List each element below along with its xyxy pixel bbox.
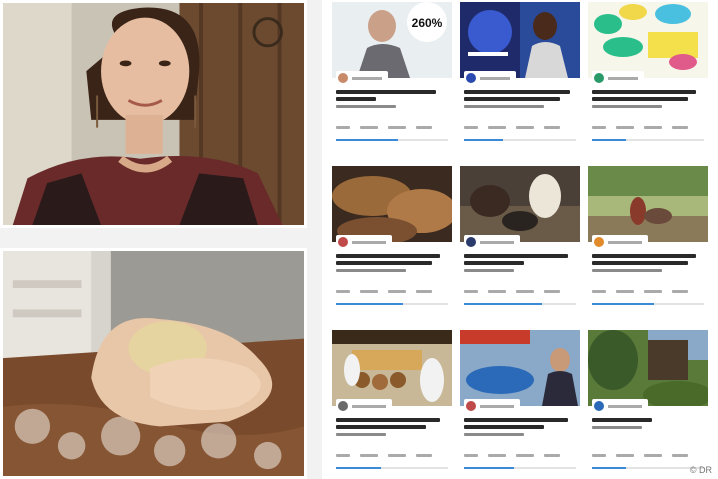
article-card[interactable]: [588, 2, 708, 152]
blog-grid-screenshot: 260%: [322, 0, 718, 479]
funding-progress-bar: [592, 139, 704, 141]
funding-progress-bar: [464, 303, 576, 305]
funding-progress-bar: [592, 303, 704, 305]
portrait-photo: [0, 0, 307, 228]
photo-credit: © DR: [689, 465, 712, 475]
dough-kneading-photo: [0, 248, 307, 479]
article-card[interactable]: 260%: [332, 2, 452, 152]
article-thumbnail: [332, 330, 452, 406]
author-chip: [592, 235, 648, 249]
article-thumbnail: [588, 2, 708, 78]
article-thumbnail: [588, 166, 708, 242]
funding-progress-bar: [336, 303, 448, 305]
funding-progress-bar: [336, 139, 448, 141]
article-card[interactable]: [588, 166, 708, 316]
article-thumbnail: [460, 166, 580, 242]
author-chip: [464, 71, 516, 85]
article-card[interactable]: [460, 166, 580, 316]
article-thumbnail: [588, 330, 708, 406]
author-chip: [336, 399, 392, 413]
funding-progress-bar: [336, 467, 448, 469]
funding-progress-bar: [464, 139, 576, 141]
article-card[interactable]: [588, 330, 708, 475]
author-chip: [592, 71, 644, 85]
funding-progress-bar: [464, 467, 576, 469]
author-chip: [336, 71, 388, 85]
author-chip: [336, 235, 392, 249]
article-thumbnail: 260%: [332, 2, 452, 78]
article-card[interactable]: [460, 330, 580, 475]
percentage-badge: 260%: [412, 16, 443, 30]
funding-progress-bar: [592, 467, 704, 469]
author-chip: [592, 399, 648, 413]
article-card[interactable]: [332, 166, 452, 316]
article-card[interactable]: [332, 330, 452, 475]
article-thumbnail: [460, 2, 580, 78]
article-thumbnail: [460, 330, 580, 406]
article-card[interactable]: [460, 2, 580, 152]
author-chip: [464, 399, 520, 413]
article-thumbnail: [332, 166, 452, 242]
author-chip: [464, 235, 520, 249]
